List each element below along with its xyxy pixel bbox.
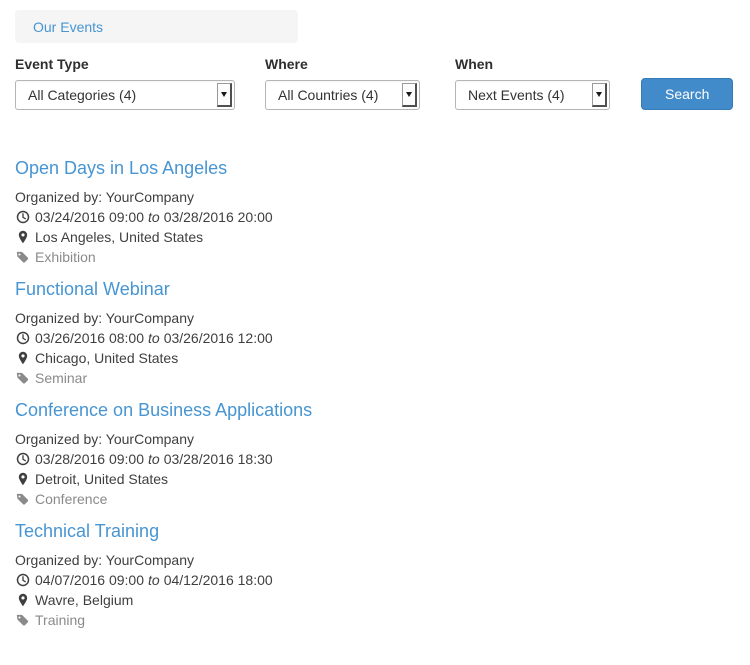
event-type-select-value: All Categories (4) [28,87,136,103]
tag-icon [15,251,30,264]
event-location: Chicago, United States [15,348,735,368]
event-date-start: 03/28/2016 09:00 [35,449,144,469]
event-date-separator: to [148,207,160,227]
event-location-text: Chicago, United States [35,348,178,368]
event-category: Conference [15,489,735,509]
event-date-end: 04/12/2016 18:00 [164,570,273,590]
map-marker-icon [15,472,30,486]
event-card: Open Days in Los Angeles Organized by: Y… [15,158,735,267]
events-page: Our Events Event Type All Categories (4)… [0,0,750,630]
event-title: Open Days in Los Angeles [15,158,735,180]
event-category-text: Conference [35,489,107,509]
event-type-select[interactable]: All Categories (4) [15,80,235,110]
event-dates: 03/28/2016 09:00 to 03/28/2016 18:30 [15,449,735,469]
event-category-text: Seminar [35,368,87,388]
event-organizer: Organized by: YourCompany [15,550,735,570]
country-select[interactable]: All Countries (4) [265,80,420,110]
event-organizer-text: Organized by: YourCompany [15,187,194,207]
map-marker-icon [15,593,30,607]
clock-icon [15,452,30,466]
filter-label-when: When [455,56,610,73]
when-select-value: Next Events (4) [468,87,564,103]
event-card: Technical Training Organized by: YourCom… [15,521,735,630]
event-organizer-text: Organized by: YourCompany [15,550,194,570]
event-location: Los Angeles, United States [15,227,735,247]
event-organizer: Organized by: YourCompany [15,308,735,328]
events-list: Open Days in Los Angeles Organized by: Y… [15,158,735,630]
event-organizer-text: Organized by: YourCompany [15,308,194,328]
chevron-down-icon [592,83,607,107]
event-location: Detroit, United States [15,469,735,489]
event-date-end: 03/28/2016 18:30 [164,449,273,469]
event-title: Functional Webinar [15,279,735,301]
event-category: Training [15,610,735,630]
event-title-link[interactable]: Technical Training [15,521,159,541]
event-organizer: Organized by: YourCompany [15,187,735,207]
tag-icon [15,372,30,385]
event-dates: 03/26/2016 08:00 to 03/26/2016 12:00 [15,328,735,348]
event-dates: 04/07/2016 09:00 to 04/12/2016 18:00 [15,570,735,590]
filter-label-event-type: Event Type [15,56,235,73]
event-title: Technical Training [15,521,735,543]
event-category: Exhibition [15,247,735,267]
tag-icon [15,493,30,506]
event-date-separator: to [148,328,160,348]
event-date-separator: to [148,449,160,469]
event-category-text: Training [35,610,85,630]
clock-icon [15,331,30,345]
event-date-start: 03/24/2016 09:00 [35,207,144,227]
chevron-down-icon [217,83,232,107]
map-marker-icon [15,230,30,244]
filter-bar: Event Type All Categories (4) Where All … [15,56,735,110]
search-button[interactable]: Search [641,78,733,110]
when-select[interactable]: Next Events (4) [455,80,610,110]
event-location-text: Los Angeles, United States [35,227,203,247]
filter-label-where: Where [265,56,420,73]
country-select-value: All Countries (4) [278,87,378,103]
filter-where: Where All Countries (4) [265,56,420,110]
map-marker-icon [15,351,30,365]
event-card: Functional Webinar Organized by: YourCom… [15,279,735,388]
clock-icon [15,573,30,587]
filter-when: When Next Events (4) [455,56,610,110]
event-card: Conference on Business Applications Orga… [15,400,735,509]
tag-icon [15,614,30,627]
chevron-down-icon [402,83,417,107]
event-location-text: Wavre, Belgium [35,590,133,610]
event-date-start: 04/07/2016 09:00 [35,570,144,590]
event-location: Wavre, Belgium [15,590,735,610]
event-category-text: Exhibition [35,247,96,267]
event-category: Seminar [15,368,735,388]
event-date-end: 03/28/2016 20:00 [164,207,273,227]
event-organizer-text: Organized by: YourCompany [15,429,194,449]
event-dates: 03/24/2016 09:00 to 03/28/2016 20:00 [15,207,735,227]
clock-icon [15,210,30,224]
event-organizer: Organized by: YourCompany [15,429,735,449]
event-date-end: 03/26/2016 12:00 [164,328,273,348]
event-date-separator: to [148,570,160,590]
event-title-link[interactable]: Functional Webinar [15,279,170,299]
event-title-link[interactable]: Open Days in Los Angeles [15,158,227,178]
event-title: Conference on Business Applications [15,400,735,422]
breadcrumb-our-events[interactable]: Our Events [33,19,103,35]
event-location-text: Detroit, United States [35,469,168,489]
event-title-link[interactable]: Conference on Business Applications [15,400,312,420]
breadcrumb: Our Events [15,10,298,43]
filter-event-type: Event Type All Categories (4) [15,56,235,110]
event-date-start: 03/26/2016 08:00 [35,328,144,348]
